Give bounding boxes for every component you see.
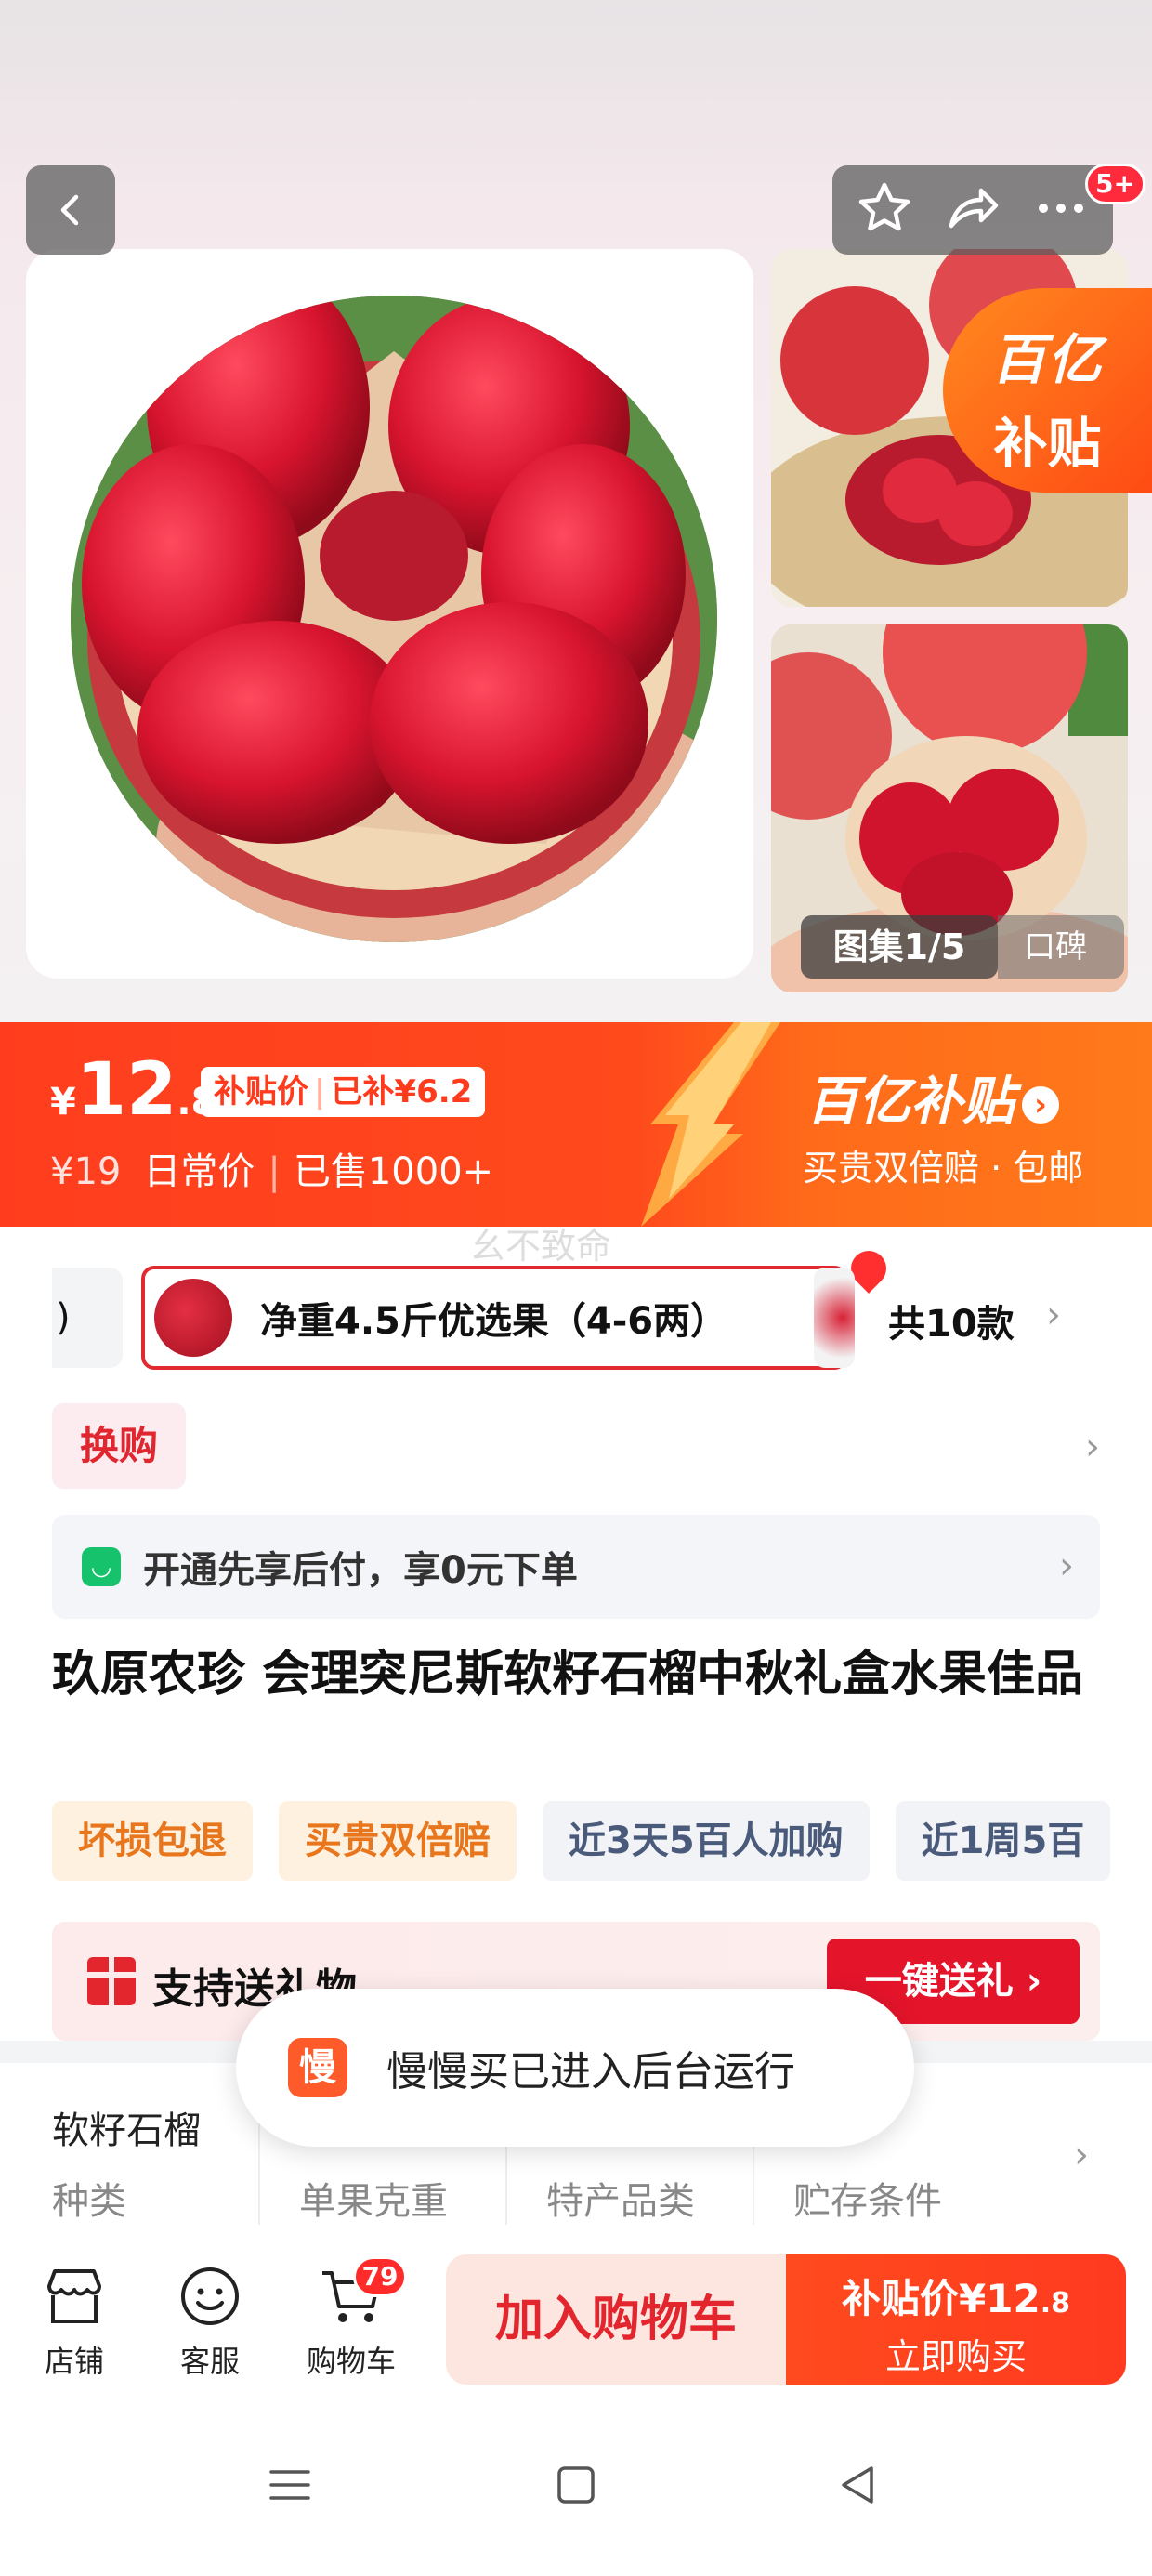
cart-count-badge: 79: [353, 2256, 407, 2297]
menu-lines-icon: [269, 2470, 310, 2500]
trade-in-row[interactable]: 换购 ›: [52, 1403, 1100, 1489]
notification-badge: 5+: [1085, 164, 1145, 204]
reviews-button[interactable]: 口碑: [998, 915, 1124, 979]
subsidy-program-subtitle: 买贵双倍赔 · 包邮: [803, 1148, 1084, 1189]
tag-price-guarantee[interactable]: 买贵双倍赔: [279, 1801, 517, 1881]
more-button[interactable]: [1032, 179, 1090, 241]
add-to-cart-button[interactable]: 加入购物车: [446, 2254, 786, 2385]
gift-icon: [87, 1957, 136, 2005]
favorite-button[interactable]: [856, 179, 913, 241]
price-integer: 12: [75, 1048, 177, 1132]
triangle-back-icon: [842, 2466, 873, 2504]
daily-price-label: 日常价: [143, 1150, 255, 1193]
price-banner: ¥12.8 补贴价 | 已补¥6.2 ¥19 日常价 | 已售1000+ 百亿补贴 › 买贵…: [0, 1022, 1152, 1227]
pomegranate-image: [71, 296, 717, 942]
background-running-toast: 慢 慢慢买已进入后台运行: [236, 1989, 914, 2147]
chevron-right-icon: ›: [1022, 1085, 1059, 1124]
share-button[interactable]: [944, 179, 1001, 241]
sku-selector: ) 净重4.5斤优选果（4-6两） 共10款 ›: [52, 1243, 1152, 1370]
subsidy-badge-line1: 百亿: [991, 328, 1104, 391]
recents-button[interactable]: [234, 2438, 346, 2531]
sku-total-count[interactable]: 共10款: [888, 1294, 1015, 1347]
chevron-right-icon: ›: [1059, 1544, 1074, 1587]
pay-later-text: 开通先享后付，享0元下单: [143, 1549, 578, 1592]
chevron-right-icon[interactable]: ›: [1046, 1294, 1061, 1336]
trade-in-badge: 换购: [52, 1403, 186, 1489]
product-tags: 坏损包退 买贵双倍赔 近3天5百人加购 近1周5百: [52, 1801, 1152, 1881]
buy-now-price-decimal: .8: [1040, 2287, 1070, 2320]
subsidy-program-title: 百亿补贴: [806, 1071, 1015, 1132]
app-logo-icon: 慢: [288, 2038, 347, 2097]
spec-key-storage: 贮存条件: [793, 2180, 942, 2223]
service-label: 客服: [179, 2344, 240, 2379]
spec-value-type: 软籽石榴: [52, 2109, 201, 2152]
chevron-left-icon: [60, 194, 79, 226]
currency-symbol: ¥: [50, 1081, 76, 1124]
top-actions: [832, 165, 1113, 255]
product-title: 玖原农珍 会理突尼斯软籽石榴中秋礼盒水果佳品: [52, 1647, 1084, 1702]
subsidy-badge: 百亿 补贴: [943, 288, 1152, 493]
spec-key-type: 种类: [52, 2180, 126, 2223]
album-counter-button[interactable]: 图集1/5: [801, 915, 998, 979]
home-button[interactable]: [520, 2438, 632, 2531]
system-back-button[interactable]: [803, 2438, 914, 2531]
spec-divider: [258, 2123, 260, 2225]
shop-label: 店铺: [44, 2344, 104, 2379]
shop-button[interactable]: 店铺: [19, 2264, 130, 2381]
subsidy-program-link[interactable]: 百亿补贴 ›: [806, 1059, 1059, 1135]
price-secondary-line: ¥19 日常价 | 已售1000+: [50, 1150, 494, 1193]
sku-option-selected[interactable]: 净重4.5斤优选果（4-6两）: [141, 1243, 894, 1370]
cart-label: 购物车: [306, 2344, 396, 2379]
shopping-bag-icon: ◡: [82, 1547, 121, 1586]
spec-key-weight: 单果克重: [299, 2180, 448, 2223]
star-icon: [858, 182, 910, 231]
buy-now-price: 补贴价¥12.8: [786, 2267, 1126, 2324]
tag-recent-cart-adds[interactable]: 近3天5百人加购: [543, 1801, 870, 1881]
buy-now-price-main: 补贴价¥12: [842, 2276, 1041, 2321]
subsidy-price-label: 补贴价: [214, 1073, 308, 1111]
customer-service-button[interactable]: 客服: [154, 2264, 266, 2381]
more-dots-icon: [1039, 204, 1084, 213]
subsidized-amount: 已补¥6.2: [331, 1073, 473, 1111]
square-home-icon: [557, 2466, 595, 2504]
tag-damage-refund[interactable]: 坏损包退: [52, 1801, 253, 1881]
chevron-right-icon: ›: [1085, 1426, 1100, 1468]
lightning-decoration: [641, 1022, 780, 1227]
buy-now-button[interactable]: 补贴价¥12.8 立即购买: [786, 2254, 1126, 2385]
chevron-right-icon: ›: [1074, 2134, 1089, 2176]
system-navigation-bar: [0, 2392, 1152, 2576]
tag-weekly-stat[interactable]: 近1周5百: [895, 1801, 1111, 1881]
smiley-chat-icon: [181, 2267, 239, 2325]
watermark-text: 幺不致命: [470, 1226, 612, 1267]
sku-thumbnail: [154, 1279, 232, 1357]
spec-key-category: 特产品类: [546, 2180, 695, 2223]
sku-option-next[interactable]: [814, 1268, 855, 1368]
back-button[interactable]: [26, 165, 115, 255]
bottom-action-bar: 店铺 客服 购物车 79 加入购物车 补贴价¥12.8 立即购买: [0, 2225, 1152, 2392]
subsidy-price-tag: 补贴价 | 已补¥6.2: [201, 1067, 486, 1117]
main-product-image[interactable]: [26, 249, 753, 979]
sku-option-previous[interactable]: ): [52, 1268, 123, 1368]
current-price: ¥12.8: [50, 1048, 216, 1132]
share-icon: [949, 188, 999, 229]
subsidy-badge-line2: 补贴: [993, 412, 1102, 475]
original-price: ¥19: [50, 1150, 122, 1193]
sku-selected-label: 净重4.5斤优选果（4-6两）: [260, 1300, 728, 1343]
sold-count: 已售1000+: [293, 1150, 494, 1193]
toast-text: 慢慢买已进入后台运行: [386, 2048, 795, 2096]
store-icon: [47, 2269, 101, 2323]
buy-now-label: 立即购买: [884, 2336, 1027, 2377]
product-gallery[interactable]: 5+ 百亿 补贴 图集1/5 口碑: [0, 0, 1152, 1022]
pay-later-row[interactable]: ◡ 开通先享后付，享0元下单 ›: [52, 1515, 1100, 1619]
